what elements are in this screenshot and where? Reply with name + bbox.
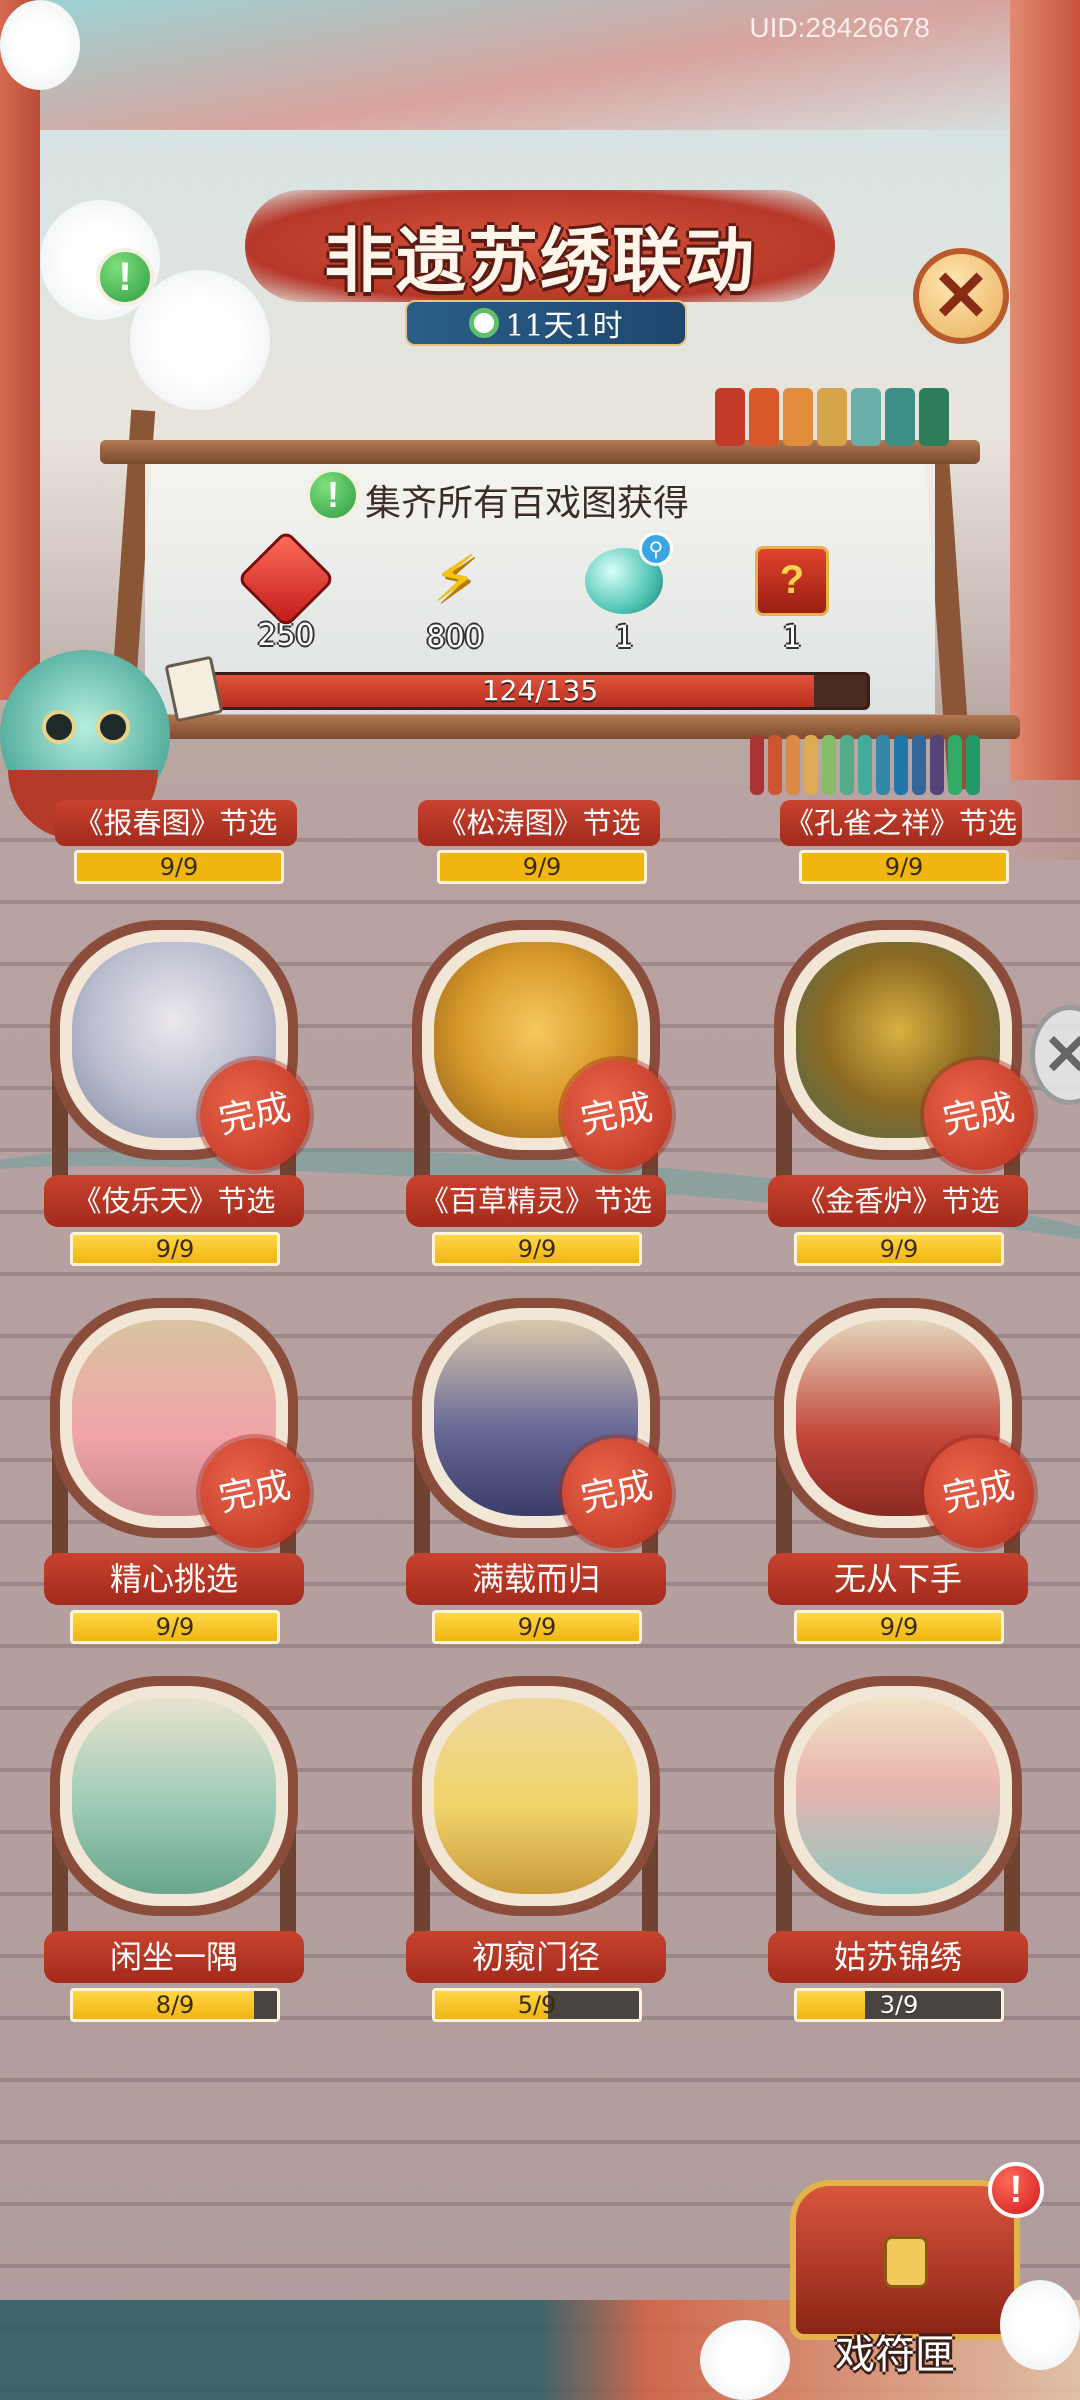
item-progress-bar: 9/9 — [794, 1610, 1004, 1644]
reward-gems[interactable]: 250 — [236, 529, 336, 653]
collection-progress-bar: 124/135 — [210, 672, 870, 710]
chest-alert-badge: ! — [988, 2162, 1044, 2218]
item-artwork — [72, 1698, 276, 1894]
item-label: 精心挑选 — [44, 1553, 304, 1605]
chest-lock-icon — [884, 2236, 928, 2288]
item-artwork — [796, 1698, 1000, 1894]
item-progress-bar: 9/9 — [432, 1232, 642, 1266]
event-timer: 11天1时 — [405, 300, 687, 346]
collection-progress-text: 124/135 — [481, 674, 599, 707]
white-flower-decoration — [0, 0, 80, 90]
item-progress-text: 9/9 — [155, 1235, 195, 1263]
reward-amount: 800 — [426, 620, 484, 655]
left-pillar — [0, 0, 40, 700]
item-artwork — [434, 1698, 638, 1894]
item-progress-bar: 9/9 — [432, 1610, 642, 1644]
magnify-orb-icon: ⚲ — [585, 532, 673, 614]
item-progress-text: 5/9 — [517, 1991, 557, 2019]
item-frame — [774, 1676, 1022, 1916]
reward-orb[interactable]: ⚲ 1 — [574, 532, 674, 655]
item-label: 《金香炉》节选 — [768, 1175, 1028, 1227]
cat-eye — [42, 710, 76, 744]
event-info-button[interactable]: ! — [96, 248, 154, 306]
chest-label: 戏符匣 — [835, 2332, 955, 2378]
item-label: 《报春图》节选 — [55, 800, 297, 846]
right-pillar — [1010, 0, 1080, 860]
item-progress-bar: 5/9 — [432, 1988, 642, 2022]
reward-energy[interactable]: ⚡ 800 — [405, 540, 505, 655]
item-label: 初窥门径 — [406, 1931, 666, 1983]
white-flower-decoration — [1000, 2280, 1080, 2370]
treasure-chest-button[interactable] — [790, 2180, 1020, 2340]
reward-amount: 1 — [782, 620, 802, 655]
item-frame — [412, 1676, 660, 1916]
item-progress-text: 9/9 — [517, 1613, 557, 1641]
item-frame — [50, 1676, 298, 1916]
item-progress-bar: 9/9 — [794, 1232, 1004, 1266]
item-label: 《百草精灵》节选 — [406, 1175, 666, 1227]
item-progress-text: 9/9 — [155, 1613, 195, 1641]
clock-icon — [469, 308, 500, 338]
item-progress: 9/9 — [437, 850, 647, 884]
item-label: 《伎乐天》节选 — [44, 1175, 304, 1227]
item-label: 无从下手 — [768, 1553, 1028, 1605]
mystery-box-icon: ? — [755, 546, 829, 616]
thread-bundles — [750, 735, 980, 795]
item-progress-bar: 3/9 — [794, 1988, 1004, 2022]
red-gem-icon — [236, 529, 336, 629]
item-progress: 9/9 — [74, 850, 284, 884]
close-button[interactable]: ✕ — [913, 248, 1009, 344]
thread-spools — [715, 388, 949, 446]
item-progress-text: 8/9 — [155, 1991, 195, 2019]
item-progress: 9/9 — [799, 850, 1009, 884]
lightning-bolt-icon: ⚡ — [432, 543, 478, 617]
timer-text: 11天1时 — [505, 309, 623, 344]
item-progress-text: 3/9 — [879, 1991, 919, 2019]
user-id: UID:28426678 — [749, 12, 930, 43]
item-label: 姑苏锦绣 — [768, 1931, 1028, 1983]
item-label: 满载而归 — [406, 1553, 666, 1605]
item-label: 闲坐一隅 — [44, 1931, 304, 1983]
item-label: 《松涛图》节选 — [418, 800, 660, 846]
cat-eye — [96, 710, 130, 744]
item-progress-bar: 8/9 — [70, 1988, 280, 2022]
item-progress-text: 9/9 — [879, 1613, 919, 1641]
item-label: 《孔雀之祥》节选 — [780, 800, 1022, 846]
collect-info-icon[interactable]: ! — [306, 468, 360, 522]
item-progress-text: 9/9 — [879, 1235, 919, 1263]
reward-amount: 1 — [614, 620, 634, 655]
reward-box[interactable]: ? 1 — [742, 540, 842, 655]
item-progress-bar: 9/9 — [70, 1232, 280, 1266]
item-progress-text: 9/9 — [517, 1235, 557, 1263]
item-progress-bar: 9/9 — [70, 1610, 280, 1644]
collect-all-label: 集齐所有百戏图获得 — [365, 483, 690, 524]
white-flower-decoration — [700, 2320, 790, 2400]
